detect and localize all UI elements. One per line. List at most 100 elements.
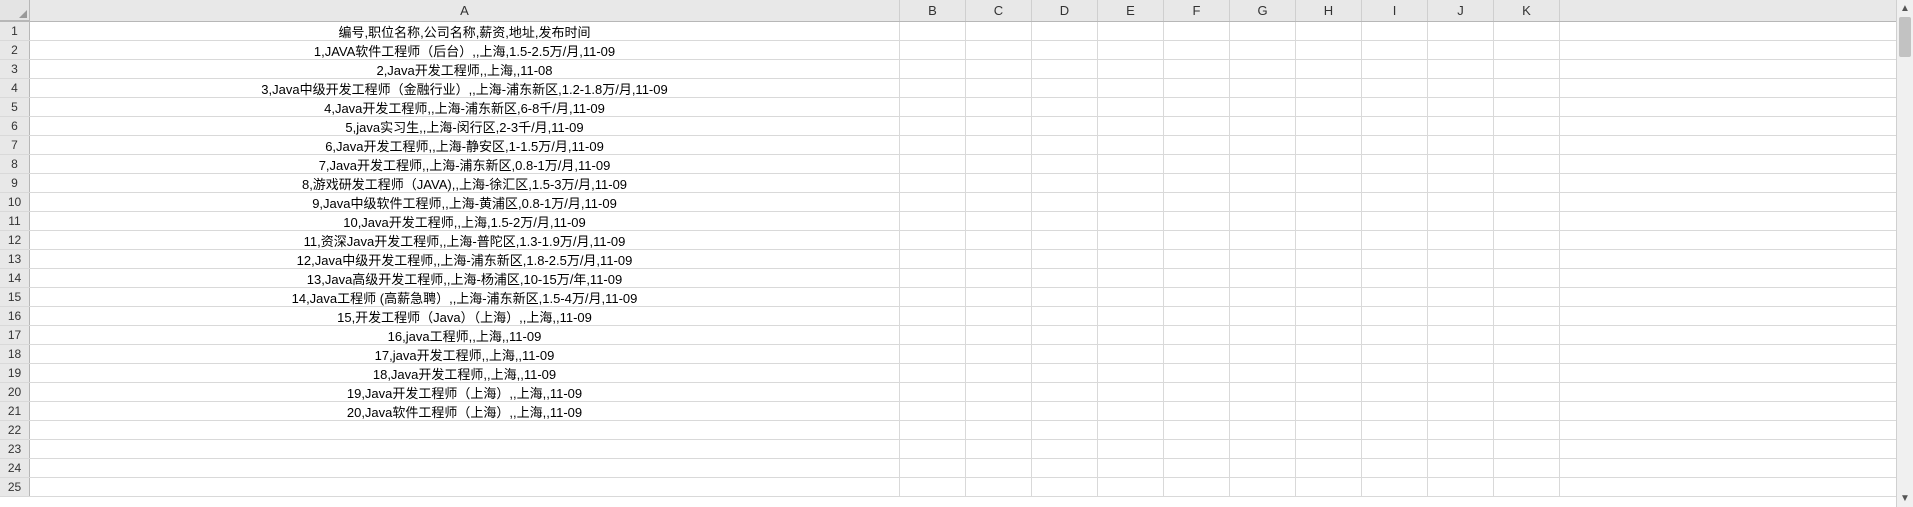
cell-K6[interactable]: [1494, 117, 1560, 135]
cell-E4[interactable]: [1098, 79, 1164, 97]
cell-C12[interactable]: [966, 231, 1032, 249]
cell-F5[interactable]: [1164, 98, 1230, 116]
cell-J19[interactable]: [1428, 364, 1494, 382]
cell-I10[interactable]: [1362, 193, 1428, 211]
cell-C4[interactable]: [966, 79, 1032, 97]
cell-F1[interactable]: [1164, 22, 1230, 40]
cell-C10[interactable]: [966, 193, 1032, 211]
cell-J2[interactable]: [1428, 41, 1494, 59]
cell-G21[interactable]: [1230, 402, 1296, 420]
cell-D16[interactable]: [1032, 307, 1098, 325]
cell-H1[interactable]: [1296, 22, 1362, 40]
cell-D21[interactable]: [1032, 402, 1098, 420]
cell-B12[interactable]: [900, 231, 966, 249]
cell-B5[interactable]: [900, 98, 966, 116]
cell-H12[interactable]: [1296, 231, 1362, 249]
cell-D15[interactable]: [1032, 288, 1098, 306]
cell-C14[interactable]: [966, 269, 1032, 287]
cell-H20[interactable]: [1296, 383, 1362, 401]
cell-I15[interactable]: [1362, 288, 1428, 306]
cell-J13[interactable]: [1428, 250, 1494, 268]
cell-C24[interactable]: [966, 459, 1032, 477]
row-header-18[interactable]: 18: [0, 345, 30, 363]
cell-G11[interactable]: [1230, 212, 1296, 230]
scrollbar-thumb[interactable]: [1899, 17, 1911, 57]
cell-E9[interactable]: [1098, 174, 1164, 192]
cell-F16[interactable]: [1164, 307, 1230, 325]
row-header-2[interactable]: 2: [0, 41, 30, 59]
cell-C3[interactable]: [966, 60, 1032, 78]
cell-C13[interactable]: [966, 250, 1032, 268]
cell-B11[interactable]: [900, 212, 966, 230]
cell-E6[interactable]: [1098, 117, 1164, 135]
cell-E24[interactable]: [1098, 459, 1164, 477]
cell-A2[interactable]: 1,JAVA软件工程师（后台）,,上海,1.5-2.5万/月,11-09: [30, 41, 900, 59]
cell-C16[interactable]: [966, 307, 1032, 325]
cell-I23[interactable]: [1362, 440, 1428, 458]
cell-G23[interactable]: [1230, 440, 1296, 458]
cell-D8[interactable]: [1032, 155, 1098, 173]
cell-E3[interactable]: [1098, 60, 1164, 78]
cell-A15[interactable]: 14,Java工程师 (高薪急聘）,,上海-浦东新区,1.5-4万/月,11-0…: [30, 288, 900, 306]
row-header-8[interactable]: 8: [0, 155, 30, 173]
cell-G8[interactable]: [1230, 155, 1296, 173]
cell-B23[interactable]: [900, 440, 966, 458]
cell-B10[interactable]: [900, 193, 966, 211]
cell-G19[interactable]: [1230, 364, 1296, 382]
cell-J5[interactable]: [1428, 98, 1494, 116]
cell-F21[interactable]: [1164, 402, 1230, 420]
cell-I5[interactable]: [1362, 98, 1428, 116]
cell-H14[interactable]: [1296, 269, 1362, 287]
cell-G24[interactable]: [1230, 459, 1296, 477]
cell-C20[interactable]: [966, 383, 1032, 401]
cell-A11[interactable]: 10,Java开发工程师,,上海,1.5-2万/月,11-09: [30, 212, 900, 230]
cell-J9[interactable]: [1428, 174, 1494, 192]
cell-I18[interactable]: [1362, 345, 1428, 363]
cell-H9[interactable]: [1296, 174, 1362, 192]
row-header-7[interactable]: 7: [0, 136, 30, 154]
cell-D1[interactable]: [1032, 22, 1098, 40]
cell-G22[interactable]: [1230, 421, 1296, 439]
cell-I25[interactable]: [1362, 478, 1428, 496]
cell-G20[interactable]: [1230, 383, 1296, 401]
cell-D4[interactable]: [1032, 79, 1098, 97]
row-header-19[interactable]: 19: [0, 364, 30, 382]
cell-D13[interactable]: [1032, 250, 1098, 268]
cell-J10[interactable]: [1428, 193, 1494, 211]
column-header-D[interactable]: D: [1032, 0, 1098, 21]
cell-I2[interactable]: [1362, 41, 1428, 59]
cell-F19[interactable]: [1164, 364, 1230, 382]
cell-G25[interactable]: [1230, 478, 1296, 496]
cell-F13[interactable]: [1164, 250, 1230, 268]
cell-B2[interactable]: [900, 41, 966, 59]
cell-H5[interactable]: [1296, 98, 1362, 116]
cell-I17[interactable]: [1362, 326, 1428, 344]
cell-C2[interactable]: [966, 41, 1032, 59]
cell-K20[interactable]: [1494, 383, 1560, 401]
cell-H25[interactable]: [1296, 478, 1362, 496]
row-header-13[interactable]: 13: [0, 250, 30, 268]
cell-D18[interactable]: [1032, 345, 1098, 363]
cell-C17[interactable]: [966, 326, 1032, 344]
cell-D12[interactable]: [1032, 231, 1098, 249]
cell-K4[interactable]: [1494, 79, 1560, 97]
column-header-A[interactable]: A: [30, 0, 900, 21]
cell-J6[interactable]: [1428, 117, 1494, 135]
cell-B20[interactable]: [900, 383, 966, 401]
cell-B24[interactable]: [900, 459, 966, 477]
cell-E17[interactable]: [1098, 326, 1164, 344]
cell-D25[interactable]: [1032, 478, 1098, 496]
cell-I16[interactable]: [1362, 307, 1428, 325]
cell-A1[interactable]: 编号,职位名称,公司名称,薪资,地址,发布时间: [30, 22, 900, 40]
cell-J12[interactable]: [1428, 231, 1494, 249]
cell-F24[interactable]: [1164, 459, 1230, 477]
cell-J16[interactable]: [1428, 307, 1494, 325]
row-header-22[interactable]: 22: [0, 421, 30, 439]
cell-A24[interactable]: [30, 459, 900, 477]
cell-H15[interactable]: [1296, 288, 1362, 306]
cell-H7[interactable]: [1296, 136, 1362, 154]
vertical-scrollbar[interactable]: ▲ ▼: [1896, 0, 1913, 507]
cell-B4[interactable]: [900, 79, 966, 97]
cell-F17[interactable]: [1164, 326, 1230, 344]
cell-A12[interactable]: 11,资深Java开发工程师,,上海-普陀区,1.3-1.9万/月,11-09: [30, 231, 900, 249]
